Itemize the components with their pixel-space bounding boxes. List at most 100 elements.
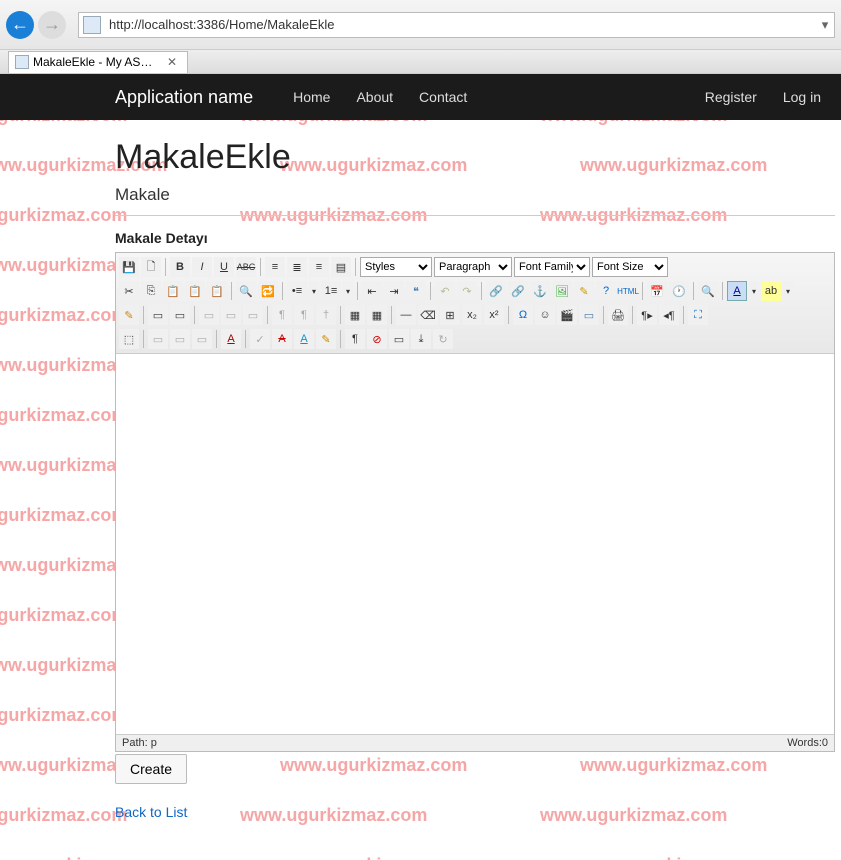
anchor-icon[interactable]: ⚓ xyxy=(530,281,550,301)
number-list-icon[interactable]: 1≡ xyxy=(321,281,341,301)
ltr-icon[interactable]: ¶▸ xyxy=(637,305,657,325)
new-document-icon[interactable]: 🗋 xyxy=(141,257,161,277)
nav-contact[interactable]: Contact xyxy=(419,89,467,105)
italic-icon[interactable]: I xyxy=(192,257,212,277)
outdent-icon[interactable]: ⇤ xyxy=(362,281,382,301)
blockquote-icon[interactable]: ❝ xyxy=(406,281,426,301)
styles-select[interactable]: Styles xyxy=(360,257,432,277)
remove-format-icon[interactable]: ⌫ xyxy=(418,305,438,325)
style-props-icon[interactable]: A xyxy=(221,329,241,349)
table-icon[interactable]: ▦ xyxy=(345,305,365,325)
backcolor-menu-icon[interactable]: ▾ xyxy=(783,281,793,301)
restore-icon[interactable]: ↻ xyxy=(433,329,453,349)
time-icon[interactable]: 🕐 xyxy=(669,281,689,301)
nbsp-icon[interactable]: ⊘ xyxy=(367,329,387,349)
strike-icon[interactable]: ABC xyxy=(236,257,256,277)
cite-icon[interactable]: ▭ xyxy=(148,329,168,349)
undo-icon[interactable]: ↶ xyxy=(435,281,455,301)
paste-word-icon[interactable]: 📋 xyxy=(207,281,227,301)
del-icon[interactable]: A xyxy=(272,329,292,349)
bullet-list-menu-icon[interactable]: ▾ xyxy=(309,281,319,301)
char-icon[interactable]: Ω xyxy=(513,305,533,325)
font-family-select[interactable]: Font Family xyxy=(514,257,590,277)
attr-icon[interactable]: ¶ xyxy=(272,305,292,325)
save-icon[interactable]: 💾 xyxy=(119,257,139,277)
link-icon[interactable]: 🔗 xyxy=(486,281,506,301)
cut-icon[interactable]: ✂ xyxy=(119,281,139,301)
font-size-select[interactable]: Font Size xyxy=(592,257,668,277)
attr3-icon[interactable]: † xyxy=(316,305,336,325)
redo-icon[interactable]: ↷ xyxy=(457,281,477,301)
visual-aid-icon[interactable]: ⊞ xyxy=(440,305,460,325)
media-icon[interactable]: 🎬 xyxy=(557,305,577,325)
align-center-icon[interactable]: ≣ xyxy=(287,257,307,277)
print-icon[interactable]: 🖨 xyxy=(608,305,628,325)
hr-icon[interactable]: — xyxy=(396,305,416,325)
copy-icon[interactable]: ⎘ xyxy=(141,281,161,301)
back-button[interactable]: ← xyxy=(6,11,34,39)
align-left-icon[interactable]: ≡ xyxy=(265,257,285,277)
layer-icon[interactable]: ▭ xyxy=(148,305,168,325)
edit-icon[interactable]: ✎ xyxy=(119,305,139,325)
find-icon[interactable]: 🔍 xyxy=(236,281,256,301)
url-input[interactable] xyxy=(105,15,816,34)
abbr-icon[interactable]: ▭ xyxy=(170,329,190,349)
sub-icon[interactable]: x₂ xyxy=(462,305,482,325)
paragraph-select[interactable]: Paragraph xyxy=(434,257,512,277)
editor-content-area[interactable] xyxy=(116,354,834,734)
editor-path[interactable]: Path: p xyxy=(122,737,787,749)
forward-button[interactable]: → xyxy=(38,11,66,39)
nav-home[interactable]: Home xyxy=(293,89,330,105)
nav-about[interactable]: About xyxy=(356,89,393,105)
select-all-icon[interactable]: ⬚ xyxy=(119,329,139,349)
unlink-icon[interactable]: 🔗 xyxy=(508,281,528,301)
html-icon[interactable]: HTML xyxy=(618,281,638,301)
move-back-icon[interactable]: ▭ xyxy=(221,305,241,325)
align-right-icon[interactable]: ≡ xyxy=(309,257,329,277)
underline-icon[interactable]: U xyxy=(214,257,234,277)
number-list-menu-icon[interactable]: ▾ xyxy=(343,281,353,301)
preview-icon[interactable]: 🔍 xyxy=(698,281,718,301)
url-dropdown-icon[interactable]: ▾ xyxy=(816,17,834,33)
replace-icon[interactable]: 🔁 xyxy=(258,281,278,301)
paste-text-icon[interactable]: 📋 xyxy=(185,281,205,301)
acronym-icon[interactable]: ▭ xyxy=(192,329,212,349)
cleanup-icon[interactable]: ✎ xyxy=(574,281,594,301)
auth-links: Register Log in xyxy=(705,89,821,105)
bullet-list-icon[interactable]: •≡ xyxy=(287,281,307,301)
app-name[interactable]: Application name xyxy=(115,87,253,108)
emoticon-icon[interactable]: ☺ xyxy=(535,305,555,325)
align-justify-icon[interactable]: ▤ xyxy=(331,257,351,277)
attr2-icon[interactable]: ¶ xyxy=(294,305,314,325)
tab-close-icon[interactable]: ✕ xyxy=(163,55,181,69)
layer2-icon[interactable]: ▭ xyxy=(170,305,190,325)
back-to-list-link[interactable]: Back to List xyxy=(115,804,187,820)
backcolor-icon[interactable]: ab xyxy=(761,281,781,301)
address-bar[interactable]: ▾ xyxy=(78,12,835,38)
attribs-icon[interactable]: ✎ xyxy=(316,329,336,349)
paste-icon[interactable]: 📋 xyxy=(163,281,183,301)
sup-icon[interactable]: x² xyxy=(484,305,504,325)
ins-icon[interactable]: A xyxy=(294,329,314,349)
indent-icon[interactable]: ⇥ xyxy=(384,281,404,301)
rtl-icon[interactable]: ◂¶ xyxy=(659,305,679,325)
pagebreak-icon[interactable]: ⤓ xyxy=(411,329,431,349)
date-icon[interactable]: 📅 xyxy=(647,281,667,301)
create-button[interactable]: Create xyxy=(115,754,187,784)
fullscreen-icon[interactable]: ⛶ xyxy=(688,305,708,325)
forecolor-menu-icon[interactable]: ▾ xyxy=(749,281,759,301)
image-icon[interactable]: 🖼 xyxy=(552,281,572,301)
iframe-icon[interactable]: ▭ xyxy=(579,305,599,325)
table2-icon[interactable]: ▦ xyxy=(367,305,387,325)
login-link[interactable]: Log in xyxy=(783,89,821,105)
abs-icon[interactable]: ▭ xyxy=(243,305,263,325)
help-icon[interactable]: ? xyxy=(596,281,616,301)
bold-icon[interactable]: B xyxy=(170,257,190,277)
visualchars-icon[interactable]: ¶ xyxy=(345,329,365,349)
register-link[interactable]: Register xyxy=(705,89,757,105)
browser-tab[interactable]: MakaleEkle - My ASP.NET ... ✕ xyxy=(8,51,188,73)
template-icon[interactable]: ▭ xyxy=(389,329,409,349)
forecolor-icon[interactable]: A xyxy=(727,281,747,301)
move-fwd-icon[interactable]: ▭ xyxy=(199,305,219,325)
spell-icon[interactable]: ✓ xyxy=(250,329,270,349)
